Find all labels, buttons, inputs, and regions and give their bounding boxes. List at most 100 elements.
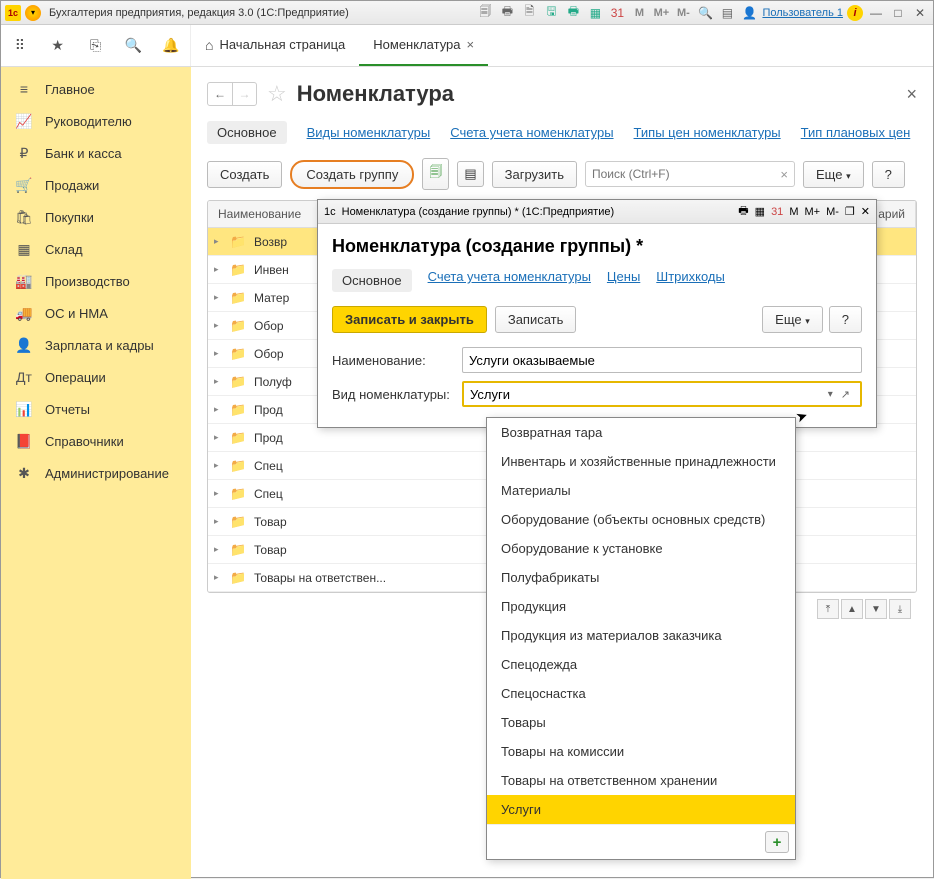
search-clear-icon[interactable]: ×: [780, 167, 788, 182]
sidebar-item-Отчеты[interactable]: 📊Отчеты: [1, 393, 191, 425]
goto-bottom-button[interactable]: ⤓: [889, 599, 911, 619]
user-link[interactable]: Пользователь 1: [762, 7, 843, 19]
modal-subnav-Основное[interactable]: Основное: [332, 269, 412, 292]
maximize-button[interactable]: □: [889, 5, 907, 21]
search-input[interactable]: [592, 167, 780, 181]
subnav-Виды номенклатуры[interactable]: Виды номенклатуры: [307, 125, 431, 140]
dropdown-add-button[interactable]: +: [765, 831, 789, 853]
zoom-icon[interactable]: 🔍: [696, 4, 714, 22]
save-button[interactable]: Записать: [495, 306, 577, 333]
m-plus-button[interactable]: M+: [652, 4, 670, 22]
expand-icon[interactable]: ▸: [214, 236, 224, 247]
scroll-down-button[interactable]: ▼: [865, 599, 887, 619]
modal-subnav-Цены[interactable]: Цены: [607, 269, 640, 292]
m-button[interactable]: M: [630, 4, 648, 22]
forward-button[interactable]: →: [232, 83, 256, 105]
modal-mminus-button[interactable]: M-: [826, 206, 839, 218]
expand-icon[interactable]: ▸: [214, 404, 224, 415]
dropdown-item[interactable]: Оборудование к установке: [487, 534, 795, 563]
modal-help-button[interactable]: ?: [829, 306, 862, 333]
dropdown-item[interactable]: Оборудование (объекты основных средств): [487, 505, 795, 534]
sidebar-item-Производство[interactable]: 🏭Производство: [1, 265, 191, 297]
compare-icon[interactable]: 🗎: [520, 4, 538, 22]
history-icon[interactable]: ⎘: [85, 36, 105, 56]
sidebar-item-Администрирование[interactable]: ✱Администрирование: [1, 457, 191, 489]
sidebar-item-Покупки[interactable]: 🛍Покупки: [1, 201, 191, 233]
dropdown-item[interactable]: Возвратная тара: [487, 418, 795, 447]
calculator-icon[interactable]: ▤: [718, 4, 736, 22]
help-button[interactable]: ?: [872, 161, 905, 188]
subnav-Типы цен номенклатуры[interactable]: Типы цен номенклатуры: [634, 125, 781, 140]
expand-icon[interactable]: ▸: [214, 544, 224, 555]
app-menu-dropdown[interactable]: ▾: [25, 5, 41, 21]
close-button[interactable]: ✕: [911, 5, 929, 21]
load-button[interactable]: Загрузить: [492, 161, 577, 188]
print-icon[interactable]: 🖶: [498, 4, 516, 22]
create-button[interactable]: Создать: [207, 161, 282, 188]
modal-mplus-button[interactable]: M+: [804, 206, 820, 218]
close-page-button[interactable]: ×: [906, 84, 917, 105]
m-minus-button[interactable]: M-: [674, 4, 692, 22]
modal-m-button[interactable]: M: [789, 206, 798, 218]
tab-close-icon[interactable]: ×: [467, 37, 475, 52]
dropdown-item[interactable]: Спецодежда: [487, 650, 795, 679]
calendar31-icon[interactable]: 31: [608, 4, 626, 22]
modal-subnav-Счета учета номенклатуры[interactable]: Счета учета номенклатуры: [428, 269, 591, 292]
sidebar-item-Зарплата и кадры[interactable]: 👤Зарплата и кадры: [1, 329, 191, 361]
modal-restore-button[interactable]: ❐: [845, 205, 855, 218]
scroll-up-button[interactable]: ▲: [841, 599, 863, 619]
expand-icon[interactable]: ▸: [214, 460, 224, 471]
modal-cal31-icon[interactable]: 31: [771, 206, 783, 218]
type-open-icon[interactable]: ↗: [837, 388, 854, 401]
type-field-wrap[interactable]: ▾ ↗: [462, 381, 862, 407]
type-field[interactable]: [470, 387, 824, 402]
expand-icon[interactable]: ▸: [214, 488, 224, 499]
dropdown-item[interactable]: Продукция из материалов заказчика: [487, 621, 795, 650]
print-preview-icon[interactable]: 🗐: [476, 4, 494, 22]
dropdown-item[interactable]: Инвентарь и хозяйственные принадлежности: [487, 447, 795, 476]
search-icon[interactable]: 🔍: [123, 36, 143, 56]
name-field[interactable]: [469, 353, 855, 368]
search-box[interactable]: ×: [585, 161, 795, 187]
modal-more-button[interactable]: Еще ▾: [762, 306, 823, 333]
tab-Начальная страница[interactable]: ⌂Начальная страница: [191, 25, 359, 66]
subnav-Счета учета номенклатуры[interactable]: Счета учета номенклатуры: [450, 125, 613, 140]
sidebar-item-Операции[interactable]: ДтОперации: [1, 361, 191, 393]
sidebar-item-Справочники[interactable]: 📕Справочники: [1, 425, 191, 457]
print2-icon[interactable]: 🖶: [564, 4, 582, 22]
dropdown-item[interactable]: Товары: [487, 708, 795, 737]
expand-icon[interactable]: ▸: [214, 292, 224, 303]
sidebar-item-Банк и касса[interactable]: ₽Банк и касса: [1, 137, 191, 169]
list-mode-button[interactable]: ▤: [457, 161, 483, 187]
dropdown-item[interactable]: Материалы: [487, 476, 795, 505]
dropdown-item[interactable]: Полуфабрикаты: [487, 563, 795, 592]
sidebar-item-Продажи[interactable]: 🛒Продажи: [1, 169, 191, 201]
notifications-icon[interactable]: 🔔: [161, 36, 181, 56]
expand-icon[interactable]: ▸: [214, 264, 224, 275]
goto-top-button[interactable]: ⤒: [817, 599, 839, 619]
dropdown-item[interactable]: Продукция: [487, 592, 795, 621]
sidebar-item-Главное[interactable]: ≡Главное: [1, 73, 191, 105]
create-group-button[interactable]: Создать группу: [290, 160, 414, 189]
expand-icon[interactable]: ▸: [214, 348, 224, 359]
calendar-icon[interactable]: ▦: [586, 4, 604, 22]
modal-subnav-Штрихкоды[interactable]: Штрихкоды: [656, 269, 725, 292]
sidebar-item-ОС и НМА[interactable]: 🚚ОС и НМА: [1, 297, 191, 329]
expand-icon[interactable]: ▸: [214, 432, 224, 443]
copy-button[interactable]: 🗐: [422, 158, 449, 190]
expand-icon[interactable]: ▸: [214, 376, 224, 387]
dropdown-item[interactable]: Товары на комиссии: [487, 737, 795, 766]
type-dropdown-icon[interactable]: ▾: [824, 389, 837, 400]
dropdown-item[interactable]: Спецоснастка: [487, 679, 795, 708]
subnav-Основное[interactable]: Основное: [207, 121, 287, 144]
save-and-close-button[interactable]: Записать и закрыть: [332, 306, 487, 333]
expand-icon[interactable]: ▸: [214, 320, 224, 331]
more-button[interactable]: Еще ▾: [803, 161, 864, 188]
minimize-button[interactable]: —: [867, 5, 885, 21]
dropdown-item[interactable]: Товары на ответственном хранении: [487, 766, 795, 795]
name-field-wrap[interactable]: [462, 347, 862, 373]
dropdown-item[interactable]: Услуги: [487, 795, 795, 824]
info-icon[interactable]: i: [847, 5, 863, 21]
sidebar-item-Склад[interactable]: ▦Склад: [1, 233, 191, 265]
favorites-icon[interactable]: ★: [48, 36, 68, 56]
